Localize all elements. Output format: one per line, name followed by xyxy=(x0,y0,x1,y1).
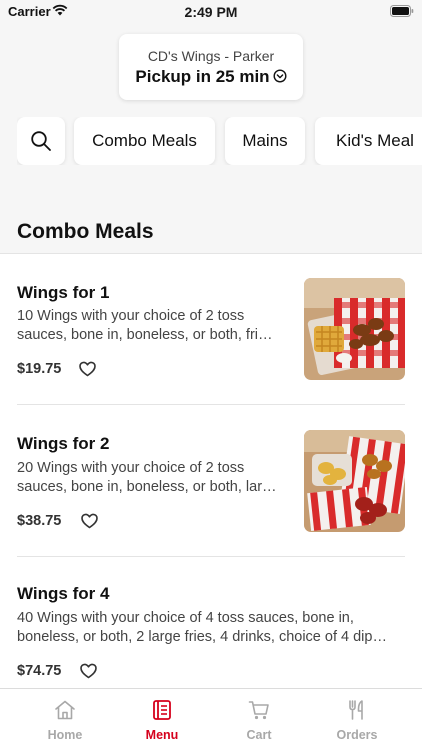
tab-menu[interactable]: Menu xyxy=(112,689,212,750)
clock: 2:49 PM xyxy=(184,4,238,20)
category-mains[interactable]: Mains xyxy=(225,117,305,165)
tab-label: Cart xyxy=(246,728,272,742)
item-price: $19.75 xyxy=(17,361,62,377)
category-combo-meals[interactable]: Combo Meals xyxy=(74,117,215,165)
battery-icon xyxy=(390,5,414,17)
cart-icon xyxy=(248,701,269,720)
heart-icon[interactable] xyxy=(79,361,96,377)
item-name: Wings for 1 xyxy=(17,283,110,302)
tab-label: Home xyxy=(47,728,83,742)
tab-cart[interactable]: Cart xyxy=(209,689,309,750)
item-description: 40 Wings with your choice of 4 toss sauc… xyxy=(17,610,387,645)
pickup-location-selector[interactable]: CD's Wings - Parker Pickup in 25 min xyxy=(119,34,303,100)
item-divider xyxy=(17,404,405,405)
item-name: Wings for 4 xyxy=(17,584,110,603)
status-bar: Carrier 2:49 PM xyxy=(0,0,422,24)
tab-bar: Home Menu Cart Orders xyxy=(0,688,422,750)
tab-label: Orders xyxy=(336,728,378,742)
home-icon xyxy=(55,700,75,720)
item-name: Wings for 2 xyxy=(17,434,110,453)
section-divider xyxy=(0,253,422,254)
tab-orders[interactable]: Orders xyxy=(307,689,407,750)
store-name: CD's Wings - Parker xyxy=(147,48,275,64)
tab-label: Menu xyxy=(145,728,179,742)
item-description: 10 Wings with your choice of 2 toss sauc… xyxy=(17,308,273,343)
search-button[interactable] xyxy=(17,117,65,165)
pickup-time: Pickup in 25 min xyxy=(119,67,303,87)
menu-icon xyxy=(153,700,171,720)
category-bar: Combo Meals Mains Kid's Meal xyxy=(17,117,422,165)
search-icon xyxy=(31,131,51,151)
section-title: Combo Meals xyxy=(17,220,154,243)
category-kids-meal[interactable]: Kid's Meal xyxy=(315,117,422,165)
item-divider xyxy=(17,556,405,557)
pickup-time-label: Pickup in 25 min xyxy=(135,67,270,86)
chevron-down-circle-icon xyxy=(273,69,287,83)
heart-icon[interactable] xyxy=(81,513,98,529)
item-photo xyxy=(304,430,405,532)
tab-home[interactable]: Home xyxy=(15,689,115,750)
item-price: $38.75 xyxy=(17,513,62,529)
item-description: 20 Wings with your choice of 2 toss sauc… xyxy=(17,460,277,495)
orders-icon xyxy=(349,700,363,720)
item-price: $74.75 xyxy=(17,663,62,679)
heart-icon[interactable] xyxy=(80,663,97,679)
item-photo xyxy=(304,278,405,380)
